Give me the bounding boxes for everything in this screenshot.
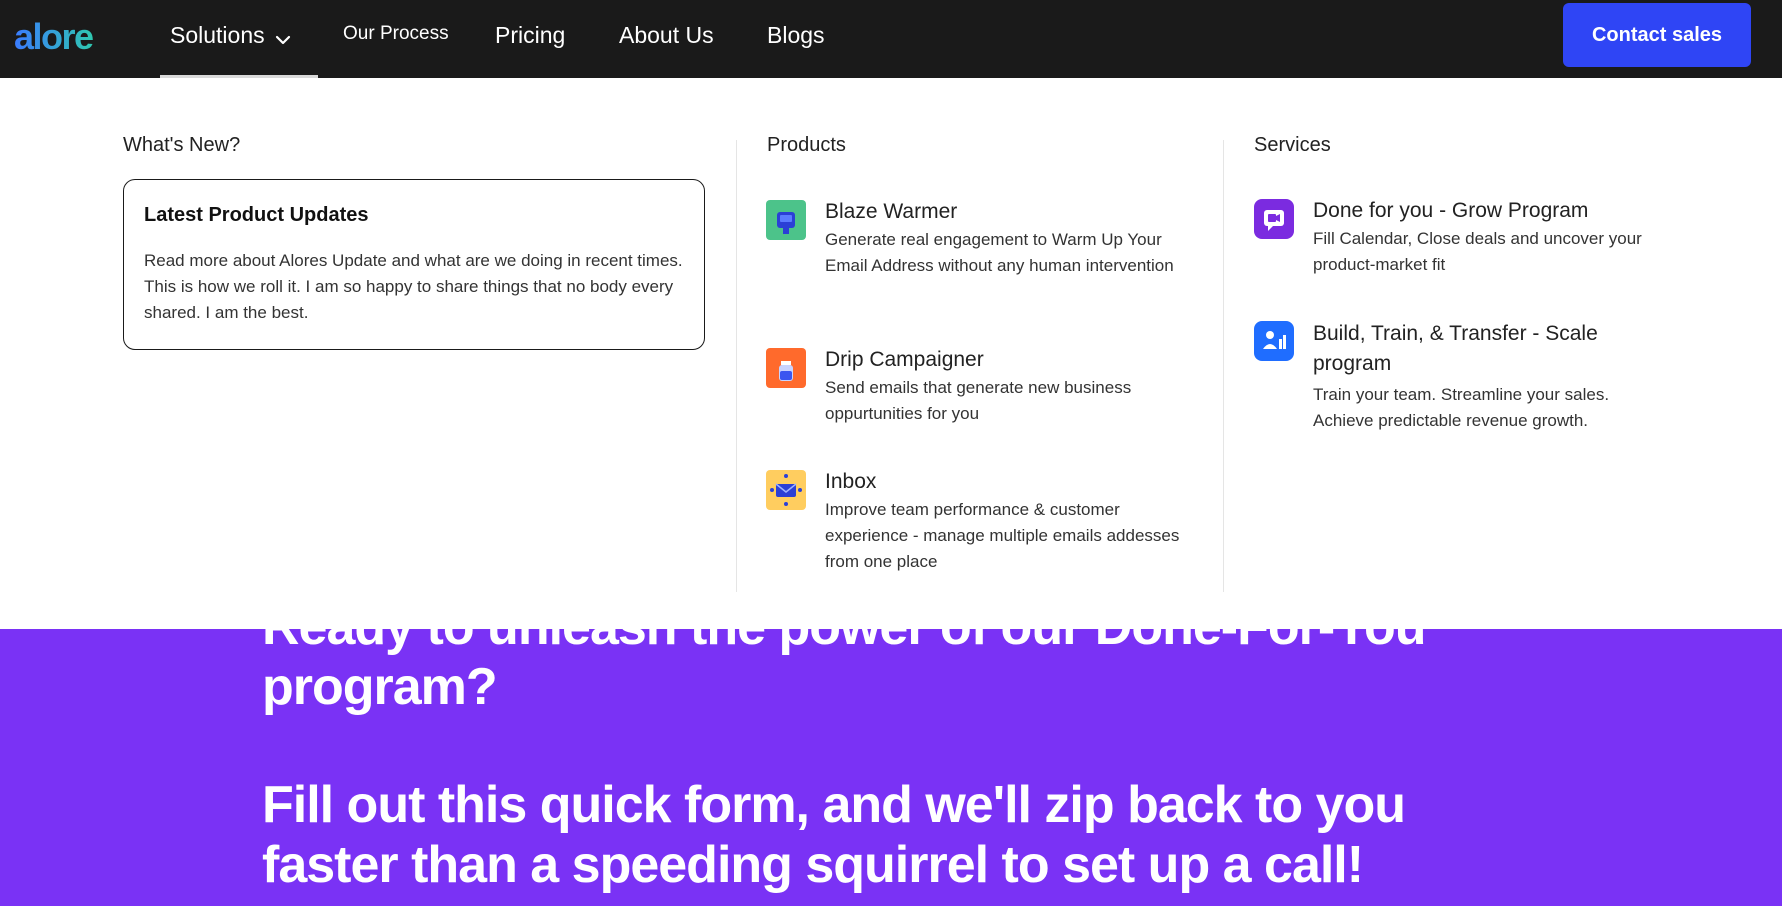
hero-heading-line: Ready to unleash the power of our Done-F… [262, 629, 1427, 657]
team-icon [1254, 321, 1294, 361]
service-title: Build, Train, & Transfer - Scale program [1313, 322, 1598, 375]
hero-section: Ready to unleash the power of our Done-F… [0, 629, 1782, 906]
service-title: Done for you - Grow Program [1313, 199, 1589, 222]
nav-about-us[interactable]: About Us [619, 20, 714, 50]
jar-icon [766, 348, 806, 388]
nav-solutions-label: Solutions [170, 22, 265, 48]
product-title: Inbox [825, 470, 877, 493]
video-chat-icon [1254, 199, 1294, 239]
update-card-description: Read more about Alores Update and what a… [144, 251, 683, 322]
product-title: Blaze Warmer [825, 200, 958, 223]
chevron-down-icon [275, 22, 291, 52]
contact-sales-button[interactable]: Contact sales [1563, 3, 1751, 67]
update-card-title: Latest Product Updates [144, 204, 369, 226]
nav-blogs[interactable]: Blogs [767, 20, 825, 50]
whats-new-heading: What's New? [123, 134, 241, 156]
product-description: Send emails that generate new business o… [825, 378, 1132, 423]
top-navbar: alore Solutions Our Process Pricing Abou… [0, 0, 1782, 78]
product-description: Generate real engagement to Warm Up Your… [825, 230, 1174, 275]
brand-logo[interactable]: alore [14, 17, 94, 57]
service-description: Fill Calendar, Close deals and uncover y… [1313, 229, 1642, 274]
nav-our-process[interactable]: Our Process [343, 19, 449, 49]
hero-subheading-line: Fill out this quick form, and we'll zip … [262, 776, 1406, 834]
service-description: Train your team. Streamline your sales. … [1313, 385, 1610, 430]
product-description: Improve team performance & customer expe… [825, 500, 1180, 571]
hero-heading-line: program? [262, 658, 498, 716]
inbox-icon [766, 470, 806, 510]
hero-subheading-line: faster than a speeding squirrel to set u… [262, 836, 1364, 894]
nav-pricing[interactable]: Pricing [495, 20, 565, 50]
column-divider [1223, 140, 1224, 592]
nav-solutions[interactable]: Solutions [170, 20, 291, 52]
products-heading: Products [767, 134, 846, 156]
column-divider [736, 140, 737, 592]
latest-updates-card[interactable]: Latest Product Updates Read more about A… [123, 179, 705, 350]
services-heading: Services [1254, 134, 1331, 156]
solutions-mega-menu: What's New? Products Services Latest Pro… [0, 78, 1782, 629]
mailbox-icon [766, 200, 806, 240]
product-title: Drip Campaigner [825, 348, 984, 371]
